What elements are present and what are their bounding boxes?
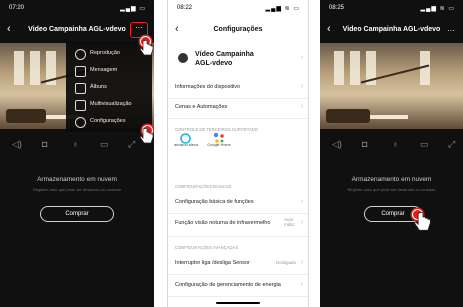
chevron-right-icon: ›	[300, 259, 303, 266]
cloud-storage-subtitle: Registre caso que pode ser destruído ou …	[347, 187, 436, 192]
cloud-storage-title: Armazenamento em nuvem	[37, 176, 117, 183]
microphone-icon[interactable]: ♁	[392, 139, 399, 149]
menu-item-label: Reprodução	[90, 50, 120, 56]
window-shape	[14, 51, 24, 85]
menu-item-label: Multivisualização	[90, 101, 132, 107]
play-icon	[75, 49, 86, 60]
row-label: Configuração básica de funções	[175, 199, 254, 205]
hand-pointer-icon	[140, 128, 154, 144]
chevron-right-icon: ›	[300, 83, 303, 90]
menu-item-albuns[interactable]: Álbuns	[66, 80, 152, 98]
window-shape	[30, 51, 40, 85]
phone-screen-cloud-buy: 08:25 ▂▄▆ ≋ ▭ ‹ Video Campainha AGL-vdev…	[320, 0, 463, 307]
cloud-storage-title: Armazenamento em nuvem	[351, 176, 432, 183]
camera-live-view[interactable]	[320, 43, 463, 129]
record-icon[interactable]: ▭	[100, 139, 109, 150]
row-label: Função visão noturna de infravermelho	[175, 220, 271, 226]
message-icon	[75, 66, 86, 77]
menu-item-label: Álbuns	[90, 84, 107, 90]
window-shape	[350, 51, 360, 85]
signal-battery-icon: ▂▄▆ ≋ ▭	[420, 6, 455, 12]
fullscreen-icon[interactable]: ⤢	[448, 139, 455, 150]
camera-icon[interactable]: ◘	[362, 139, 367, 149]
status-bar: 08:22 ▂▄▆ ≋ ▭	[168, 0, 308, 18]
row-label: Interruptor liga /desliga Sensor	[175, 260, 250, 266]
device-icon	[178, 53, 188, 63]
hand-pointer-icon	[414, 212, 431, 231]
status-bar: 07:20 ▂▄▆ ▭	[0, 0, 154, 18]
speaker-icon[interactable]: ◁)	[12, 139, 22, 150]
window-shape	[334, 51, 344, 85]
chevron-right-icon: ›	[300, 281, 303, 288]
more-options-button[interactable]: ···	[447, 26, 455, 35]
signal-battery-icon: ▂▄▆ ▭	[120, 6, 146, 12]
alexa-label: amazon alexa	[174, 143, 198, 147]
phone-screen-camera-menu: 07:20 ▂▄▆ ▭ ‹ Video Campainha AGL-vdevo …	[0, 0, 154, 307]
camera-controls: ◁) ◘ ♁ ▭ ⤢	[0, 137, 154, 155]
menu-item-mensagem[interactable]: Mensagem	[66, 63, 152, 81]
speaker-icon[interactable]: ◁)	[332, 139, 342, 150]
back-icon[interactable]: ‹	[7, 23, 11, 35]
row-label: Informações do dispositivo	[175, 84, 241, 90]
device-name: Vídeo Campainha AGL-vdevo	[195, 50, 254, 68]
album-icon	[75, 83, 86, 94]
device-name-line: Vídeo Campainha	[195, 51, 254, 58]
row-device-info[interactable]: Informações do dispositivo ›	[168, 78, 308, 99]
row-label: Cenas e Automações	[175, 104, 228, 110]
camera-controls: ◁) ◘ ♁ ▭ ⤢	[320, 137, 463, 155]
hand-pointer-icon	[140, 40, 154, 56]
sofa-shape	[6, 109, 46, 123]
camera-title: Video Campainha AGL-vdevo	[28, 26, 126, 33]
phone-screen-settings: 08:22 ▂▄▆ ≋ ▭ ‹ Configurações Vídeo Camp…	[167, 0, 309, 307]
chevron-right-icon: ›	[300, 198, 303, 205]
microphone-icon[interactable]: ♁	[72, 139, 79, 149]
device-name-row[interactable]: Vídeo Campainha AGL-vdevo ›	[168, 44, 308, 74]
stair-step	[364, 115, 408, 119]
row-infrared-night-vision[interactable]: Função visão noturna de infravermelho Au…	[168, 214, 308, 237]
cloud-storage-subtitle: Registre caso que pode ser destruído ou …	[32, 187, 122, 192]
row-basic-functions[interactable]: Configuração básica de funções ›	[168, 193, 308, 214]
signal-battery-icon: ▂▄▆ ≋ ▭	[265, 6, 300, 12]
menu-item-multiview[interactable]: Multivisualização	[66, 97, 152, 115]
multiview-icon	[75, 100, 86, 111]
chevron-right-icon: ›	[300, 103, 303, 110]
home-indicator	[216, 302, 260, 304]
row-value: Auto mátic	[284, 217, 295, 227]
status-time: 08:22	[177, 5, 193, 11]
camera-header: ‹ Video Campainha AGL-vdevo	[320, 20, 463, 40]
menu-item-label: Mensagem	[90, 67, 118, 73]
back-icon[interactable]: ‹	[327, 23, 331, 35]
record-icon[interactable]: ▭	[420, 139, 429, 150]
fullscreen-icon[interactable]: ⤢	[128, 139, 135, 150]
row-sensor-switch[interactable]: Interruptor liga /desliga Sensor Desliga…	[168, 254, 308, 275]
chevron-right-icon: ›	[300, 54, 303, 61]
device-name-line: AGL-vdevo	[195, 60, 233, 67]
settings-header: ‹ Configurações	[168, 20, 308, 40]
camera-icon[interactable]: ◘	[42, 139, 47, 149]
status-time: 07:20	[9, 5, 25, 11]
buy-button[interactable]: Comprar	[40, 206, 114, 222]
row-label: Configuração de gerenciamento de energia	[175, 282, 281, 288]
chevron-right-icon: ›	[300, 219, 303, 226]
gear-icon	[75, 117, 86, 128]
google-home-label: Google Home	[207, 143, 231, 147]
status-bar: 08:25 ▂▄▆ ≋ ▭	[320, 0, 463, 18]
status-time: 08:25	[329, 5, 345, 11]
menu-item-label: Configurações	[90, 118, 126, 124]
row-scenes-automation[interactable]: Cenas e Automações ›	[168, 98, 308, 119]
section-basic: CONFIGURAÇÕES BÁSICAS	[175, 184, 232, 189]
page-title: Configurações	[213, 26, 263, 33]
camera-title: Video Campainha AGL-vdevo	[342, 26, 441, 33]
back-icon[interactable]: ‹	[175, 23, 179, 35]
row-value: Desligado	[275, 260, 296, 265]
section-advanced: CONFIGURAÇÕES AVANÇADAS	[175, 245, 239, 250]
row-power-management[interactable]: Configuração de gerenciamento de energia…	[168, 276, 308, 297]
sofa-shape	[326, 109, 370, 123]
